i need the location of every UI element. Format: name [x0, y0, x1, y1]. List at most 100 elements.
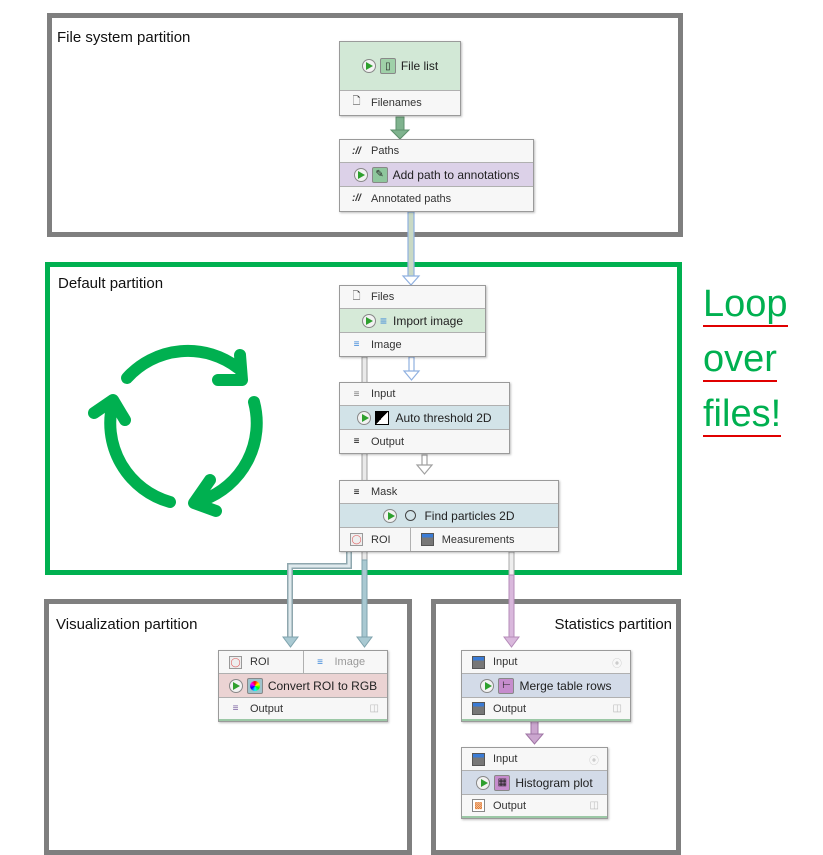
input-slot[interactable]: :// Paths: [340, 140, 533, 163]
image-stack-icon: ≡: [379, 313, 387, 328]
slot-label: Annotated paths: [371, 192, 452, 205]
table-icon: [472, 702, 485, 715]
input-slot[interactable]: 🗋 Files: [340, 286, 485, 309]
node-merge-table-rows[interactable]: Input ⦿ ⊢ Merge table rows Output ◫: [461, 650, 631, 722]
input-slot[interactable]: ≡ Input: [340, 383, 509, 406]
output-slot[interactable]: :// Annotated paths: [340, 187, 533, 210]
node-histogram-plot[interactable]: Input ⦿ ▦ Histogram plot ▩ Output ◫: [461, 747, 608, 819]
node-header[interactable]: ▦ Histogram plot: [462, 771, 607, 795]
node-header[interactable]: ✎ Add path to annotations: [340, 163, 533, 187]
output-slot[interactable]: 🗋 Filenames: [340, 91, 460, 114]
slot-label: Output: [493, 799, 527, 812]
merge-icon: ⦿: [589, 755, 599, 767]
merge-rows-icon: ⊢: [498, 677, 515, 694]
run-icon[interactable]: [353, 167, 368, 182]
file-icon: ▯: [379, 58, 396, 74]
plot-icon: ▩: [472, 799, 485, 812]
mask-stack-icon: ≡: [353, 486, 360, 498]
merge-icon: ⦿: [612, 658, 622, 670]
node-title: Find particles 2D: [424, 508, 515, 523]
node-header[interactable]: Find particles 2D: [340, 504, 558, 528]
node-title: Merge table rows: [519, 678, 612, 693]
loop-over-files-annotation: Loop over files!: [703, 283, 788, 450]
output-slot[interactable]: ≡ Output ◫: [219, 698, 387, 721]
edge-roi-to-convertroi: [282, 552, 352, 648]
slot-label: Input: [493, 656, 518, 668]
node-header[interactable]: Convert ROI to RGB: [219, 674, 387, 698]
path-icon: ://: [352, 193, 361, 204]
node-title: Histogram plot: [515, 775, 593, 790]
slot-label: Image: [371, 338, 402, 351]
run-icon[interactable]: [357, 410, 372, 425]
output-slot-roi[interactable]: ◯ ROI: [340, 528, 410, 551]
node-header[interactable]: ▯ File list: [340, 42, 460, 91]
edge-filelist-to-addpath: [389, 116, 411, 140]
slot-label: ROI: [371, 533, 391, 546]
roi-icon: ◯: [229, 655, 242, 669]
node-header[interactable]: Auto threshold 2D: [340, 406, 509, 430]
histogram-icon: ▦: [494, 774, 511, 791]
table-icon: [472, 655, 485, 669]
slot-label: Mask: [371, 486, 398, 498]
mask-stack-icon: ≡: [353, 436, 360, 447]
output-slot-measurements[interactable]: Measurements: [409, 528, 558, 551]
slot-label: ROI: [250, 656, 270, 668]
annotation-line: over: [703, 338, 777, 382]
input-slot[interactable]: Input ⦿: [462, 748, 607, 771]
image-stack-icon: ≡: [353, 339, 360, 350]
run-icon[interactable]: [228, 678, 243, 693]
node-title: Convert ROI to RGB: [267, 678, 378, 693]
particle-icon: [405, 510, 417, 521]
database-icon[interactable]: ◫: [370, 703, 379, 714]
annotation-line: Loop: [703, 283, 788, 327]
run-icon[interactable]: [480, 678, 495, 693]
slot-label: Filenames: [371, 96, 422, 109]
node-title: Import image: [392, 313, 464, 328]
node-convert-roi-to-rgb[interactable]: ◯ ROI ≡ Image Convert ROI to RGB ≡ Outpu…: [218, 650, 388, 722]
input-slot-image[interactable]: ≡ Image: [302, 650, 388, 674]
run-icon[interactable]: [361, 313, 376, 328]
annotate-icon: ✎: [371, 166, 388, 183]
node-import-image[interactable]: 🗋 Files ≡ Import image ≡ Image: [339, 285, 486, 357]
color-wheel-icon: [246, 677, 263, 694]
run-icon[interactable]: [383, 508, 398, 523]
input-slot[interactable]: Input ⦿: [462, 651, 630, 674]
path-icon: ://: [352, 145, 361, 157]
output-slot[interactable]: Output ◫: [462, 698, 630, 721]
slot-label: Input: [493, 753, 518, 765]
node-header[interactable]: ≡ Import image: [340, 309, 485, 333]
table-icon: [420, 533, 434, 546]
edge-autothreshold-to-findparticles: [415, 454, 434, 475]
edge-measurements-to-mergerows: [503, 551, 520, 648]
output-slot[interactable]: ≡ Output: [340, 430, 509, 453]
grayscale-stack-icon: ≡: [353, 388, 360, 400]
slot-label: Output: [250, 702, 284, 715]
slot-label: Image: [334, 656, 366, 668]
file-icon: 🗋: [352, 96, 361, 107]
database-icon[interactable]: ◫: [613, 703, 622, 714]
node-auto-threshold-2d[interactable]: ≡ Input Auto threshold 2D ≡ Output: [339, 382, 510, 454]
node-title: File list: [400, 59, 439, 73]
loop-icon: [88, 344, 263, 517]
slot-label: Output: [371, 435, 405, 448]
input-slot[interactable]: ≡ Mask: [340, 481, 558, 504]
input-slot-roi[interactable]: ◯ ROI: [219, 651, 303, 674]
run-icon[interactable]: [361, 59, 376, 73]
file-icon: 🗋: [352, 290, 361, 302]
output-slot[interactable]: ≡ Image: [340, 333, 485, 356]
annotation-line: files!: [703, 393, 782, 437]
database-icon[interactable]: ◫: [590, 800, 599, 811]
output-slot[interactable]: ▩ Output ◫: [462, 795, 607, 818]
rgb-stack-icon: ≡: [232, 703, 239, 714]
edge-mergerows-to-histogram: [524, 719, 545, 745]
node-find-particles-2d[interactable]: ≡ Mask Find particles 2D ◯ ROI Measureme…: [339, 480, 559, 552]
node-add-path-to-annotations[interactable]: :// Paths ✎ Add path to annotations :// …: [339, 139, 534, 212]
node-file-list[interactable]: ▯ File list 🗋 Filenames: [339, 41, 461, 116]
run-icon[interactable]: [476, 775, 491, 790]
threshold-icon: [375, 410, 390, 425]
table-icon: [472, 752, 485, 766]
slot-label: Input: [371, 388, 396, 400]
slot-label: Output: [493, 702, 527, 715]
node-header[interactable]: ⊢ Merge table rows: [462, 674, 630, 698]
slot-label: Files: [371, 291, 395, 303]
